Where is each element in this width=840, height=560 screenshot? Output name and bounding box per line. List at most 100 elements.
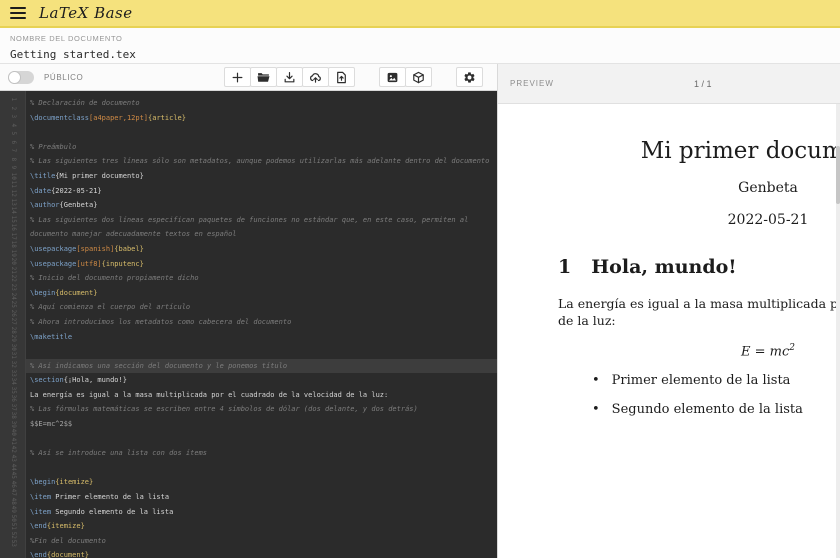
code-token-comment: % Así se introduce una lista con dos íte… (30, 449, 208, 458)
download-button[interactable] (276, 67, 303, 87)
code-token-comment: % Inicio del documento propiamente dicho (30, 274, 199, 283)
gear-icon (463, 71, 476, 84)
toolbar: PÚBLICO (0, 64, 497, 91)
editor-pane: PÚBLICO 1 2 3 4 5 6 7 8 9 10 11 12 13 14 15 16 17 18 19 20 2… (0, 64, 497, 558)
code-line[interactable]: % Las siguientes dos líneas especifican … (30, 213, 491, 242)
code-line[interactable]: \maketitle (30, 330, 491, 345)
code-line[interactable]: % Así indicamos una sección del document… (26, 358, 497, 374)
public-toggle-label: PÚBLICO (44, 72, 84, 82)
paragraph-line: de la luz: (558, 312, 616, 328)
app-title: LaTeX Base (39, 4, 133, 22)
file-upload-icon (335, 71, 348, 84)
document-name-field[interactable]: Getting started.tex (10, 48, 830, 61)
code-token-env: {document} (46, 551, 90, 558)
code-line[interactable]: % Así se introduce una lista con dos íte… (30, 446, 491, 461)
list-item: • Segundo elemento de la lista (592, 402, 840, 418)
main-split: PÚBLICO 1 2 3 4 5 6 7 8 9 10 11 12 13 14 15 16 17 18 19 20 2… (0, 64, 840, 558)
code-line[interactable] (30, 125, 491, 140)
bullet-icon: • (592, 402, 600, 418)
code-line[interactable]: % Las siguientes tres líneas sólo son me… (30, 154, 491, 169)
list-item-text: Segundo elemento de la lista (611, 402, 803, 418)
code-line[interactable]: \section{¡Hola, mundo!} (30, 373, 491, 388)
preview-scrollbar (836, 104, 840, 558)
rendered-page: Mi primer documento Genbeta 2022-05-21 1… (558, 138, 840, 431)
cloud-upload-button[interactable] (302, 67, 329, 87)
code-area[interactable]: % Declaración de documento \documentclass… (26, 91, 497, 558)
code-line[interactable]: \begin{itemize} (30, 475, 491, 490)
toolbar-button-group (379, 67, 432, 87)
import-file-button[interactable] (328, 67, 355, 87)
code-line[interactable] (30, 432, 491, 447)
rendered-formula: E = mc2 (558, 343, 840, 359)
code-line[interactable]: \usepackage[spanish]{babel} (30, 242, 491, 257)
code-line[interactable]: La energía es igual a la masa multiplica… (30, 388, 491, 403)
code-token-txt: La energía es igual a la masa multiplica… (30, 390, 389, 399)
code-line[interactable] (30, 461, 491, 476)
insert-image-button[interactable] (379, 67, 406, 87)
code-token-env: {babel} (114, 244, 144, 253)
code-line[interactable]: \item Primer elemento de la lista (30, 490, 491, 505)
code-line[interactable]: % Preámbulo (30, 140, 491, 155)
code-line[interactable]: % Las fórmulas matemáticas se escriben e… (30, 402, 491, 417)
toolbar-button-group (456, 67, 483, 87)
page-indicator: 1 / 1 (694, 78, 712, 89)
preview-pane: PREVIEW 1 / 1 Mi primer documento Genbet… (497, 64, 840, 558)
code-token-comment: %Fin del documento (30, 536, 106, 545)
bullet-icon: • (592, 373, 600, 389)
code-line[interactable]: \item Segundo elemento de la lista (30, 505, 491, 520)
code-token-cmd: \documentclass (30, 113, 90, 122)
packages-button[interactable] (405, 67, 432, 87)
code-line[interactable]: $$E=mc^2$$ (30, 417, 491, 432)
code-line[interactable]: % Inicio del documento propiamente dicho (30, 271, 491, 286)
paragraph-line: La energía es igual a la masa multiplica… (558, 296, 840, 311)
code-line[interactable]: \usepackage[utf8]{inputenc} (30, 257, 491, 272)
code-line[interactable]: %Fin del documento (30, 534, 491, 549)
code-token-opt: [spanish] (76, 244, 115, 253)
code-line[interactable]: \end{itemize} (30, 519, 491, 534)
code-token-env: {itemize} (46, 522, 85, 531)
code-line[interactable]: % Ahora introducimos los metadatos como … (30, 315, 491, 330)
code-line[interactable]: % Aquí comienza el cuerpo del artículo (30, 300, 491, 315)
line-number: 53 (9, 540, 17, 548)
code-line[interactable]: \documentclass[a4paper,12pt]{article} (30, 111, 491, 126)
document-name-label: NOMBRE DEL DOCUMENTO (10, 34, 123, 43)
code-token-cmd: \item (30, 493, 52, 502)
code-token-env: {document} (55, 288, 98, 297)
public-toggle[interactable] (8, 70, 34, 84)
cloud-upload-icon (309, 71, 322, 84)
toggle-knob (8, 70, 21, 84)
code-token-env: {itemize} (55, 478, 94, 487)
code-token-txt: Segundo elemento de la lista (51, 507, 174, 516)
app-header: LaTeX Base (0, 0, 840, 28)
code-token-cmd: \title (30, 171, 56, 180)
code-line[interactable]: % Declaración de documento (30, 96, 491, 111)
code-token-opt: [utf8] (76, 259, 102, 268)
code-line[interactable]: \author{Genbeta} (30, 198, 491, 213)
code-token-env: {article} (148, 113, 186, 122)
code-line[interactable] (30, 344, 491, 359)
list-item-text: Primer elemento de la lista (611, 373, 791, 389)
new-document-button[interactable] (224, 67, 251, 87)
line-number-gutter: 1 2 3 4 5 6 7 8 9 10 11 12 13 14 15 16 17 18 19 20 21 22 23 24 2… (0, 91, 26, 558)
document-name-bar: NOMBRE DEL DOCUMENTO Getting started.tex (0, 28, 840, 64)
code-token-comment: % Así indicamos una sección del document… (30, 361, 288, 370)
formula-exponent: 2 (789, 343, 795, 353)
code-token-txt: {¡Hola, mundo!} (63, 376, 127, 385)
menu-icon[interactable] (10, 7, 26, 19)
settings-button[interactable] (456, 67, 483, 87)
code-line[interactable]: \begin{document} (30, 286, 491, 301)
code-token-txt: {Mi primer documento} (55, 171, 144, 180)
open-document-button[interactable] (250, 67, 277, 87)
preview-scrollbar-thumb[interactable] (836, 146, 840, 204)
code-token-math: $$E=mc^2$$ (30, 420, 73, 429)
code-token-cmd: \usepackage (30, 259, 77, 268)
code-line[interactable]: \end{document} (30, 548, 491, 558)
code-editor[interactable]: 1 2 3 4 5 6 7 8 9 10 11 12 13 14 15 16 17 18 19 20 21 22 23 24 2… (0, 91, 497, 558)
code-line[interactable]: \date{2022-05-21} (30, 184, 491, 199)
toolbar-button-group (224, 67, 355, 87)
code-token-env: {inputenc} (101, 259, 144, 268)
code-token-cmd: \usepackage (30, 244, 77, 253)
code-line[interactable]: \title{Mi primer documento} (30, 169, 491, 184)
list-item: • Primer elemento de la lista (592, 373, 840, 389)
preview-header: PREVIEW 1 / 1 (498, 64, 840, 104)
